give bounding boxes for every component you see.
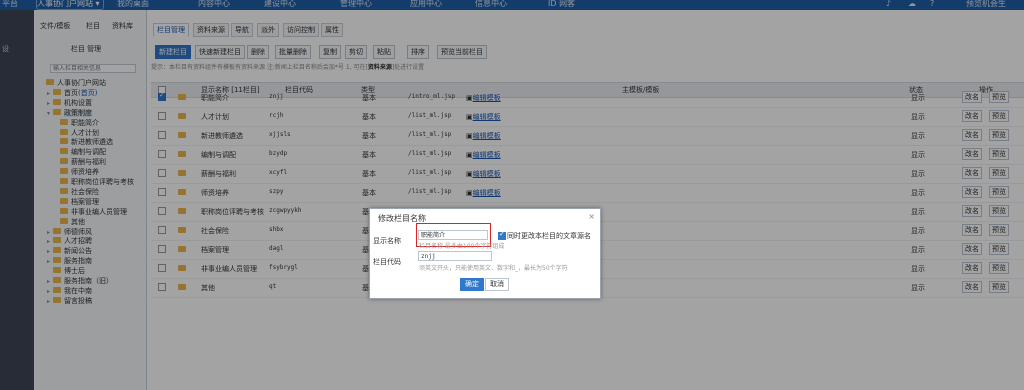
cancel-button[interactable]: 取消 <box>485 278 509 291</box>
modal-overlay <box>0 0 1024 390</box>
rename-dialog: 修改栏目名称 × 显示名称 职能简介 同时更改本栏目的文章源名 栏目名称 最多由… <box>369 208 601 299</box>
confirm-button[interactable]: 确定 <box>460 278 484 291</box>
column-code-label: 栏目代码 <box>373 258 401 266</box>
column-code-note: 须英文开头，只能使用英文、数字和_，最长为50个字符 <box>419 265 568 272</box>
column-code-input[interactable]: znjj <box>418 251 492 261</box>
display-name-note: 栏目名称 最多由100个字符组成 <box>419 243 505 250</box>
display-name-label: 显示名称 <box>373 237 401 245</box>
sync-name-checkbox[interactable] <box>498 230 506 240</box>
sync-name-label: 同时更改本栏目的文章源名 <box>507 232 591 240</box>
close-icon[interactable]: × <box>588 212 595 221</box>
